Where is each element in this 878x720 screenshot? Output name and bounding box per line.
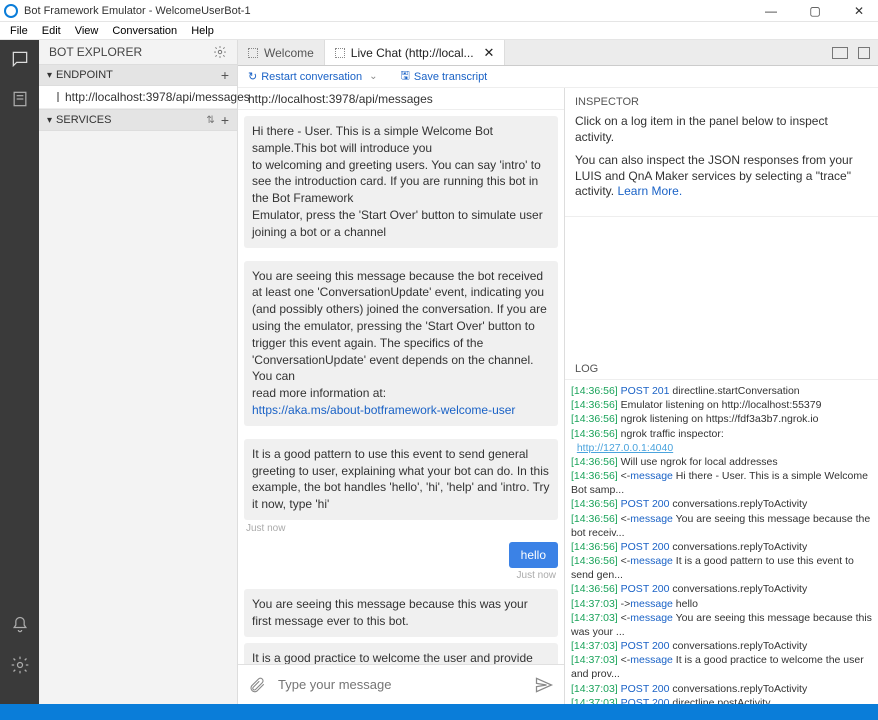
message-input[interactable] — [278, 677, 522, 692]
log-line[interactable]: [14:36:56] <-message You are seeing this… — [571, 512, 872, 540]
bot-message[interactable]: It is a good practice to welcome the use… — [244, 643, 558, 664]
menu-edit[interactable]: Edit — [36, 25, 67, 37]
resources-icon[interactable] — [9, 88, 31, 110]
menu-conversation[interactable]: Conversation — [106, 25, 183, 37]
log-title: LOG — [565, 359, 878, 380]
inspector-text: You can also inspect the JSON responses … — [575, 153, 868, 200]
log-line[interactable]: [14:37:03] <-message You are seeing this… — [571, 611, 872, 639]
attach-icon[interactable] — [248, 675, 266, 695]
welcome-link[interactable]: https://aka.ms/about-botframework-welcom… — [252, 403, 515, 417]
log-line[interactable]: [14:36:56] Emulator listening on http://… — [571, 398, 872, 412]
close-button[interactable]: ✕ — [844, 4, 874, 18]
services-section[interactable]: ▾SERVICES ⇅ + — [39, 109, 237, 131]
menu-help[interactable]: Help — [185, 25, 220, 37]
close-tab-button[interactable]: ✕ — [484, 45, 495, 61]
activity-bar — [0, 40, 39, 704]
bot-message[interactable]: You are seeing this message because this… — [244, 589, 558, 637]
tabbar: Welcome Live Chat (http://local... ✕ — [238, 40, 878, 66]
menu-view[interactable]: View — [69, 25, 105, 37]
log-line[interactable]: [14:36:56] <-message Hi there - User. Th… — [571, 469, 872, 497]
log-line[interactable]: [14:36:56] POST 200 conversations.replyT… — [571, 582, 872, 596]
log-line[interactable]: [14:37:03] POST 200 conversations.replyT… — [571, 682, 872, 696]
chat-icon[interactable] — [9, 48, 31, 70]
learn-more-link[interactable]: Learn More. — [617, 184, 682, 198]
endpoint-url-display: http://localhost:3978/api/messages — [238, 88, 564, 110]
inspector-panel: INSPECTOR Click on a log item in the pan… — [565, 88, 878, 217]
settings-icon[interactable] — [9, 654, 31, 676]
log-line[interactable]: [14:37:03] ->message hello — [571, 597, 872, 611]
log-line[interactable]: [14:36:56] Will use ngrok for local addr… — [571, 455, 872, 469]
log-line[interactable]: [14:36:56] POST 200 conversations.replyT… — [571, 497, 872, 511]
services-label: SERVICES — [56, 114, 111, 126]
save-transcript-button[interactable]: 🖫 Save transcript — [401, 67, 488, 86]
inspector-text: Click on a log item in the panel below t… — [575, 114, 868, 145]
log-line[interactable]: [14:37:03] POST 200 conversations.replyT… — [571, 639, 872, 653]
window-title: Bot Framework Emulator - WelcomeUserBot-… — [24, 5, 756, 17]
log-panel: LOG [14:36:56] POST 201 directline.start… — [565, 359, 878, 704]
bot-message[interactable]: You are seeing this message because the … — [244, 261, 558, 426]
endpoint-item[interactable]: http://localhost:3978/api/messages — [39, 86, 237, 109]
sort-icon[interactable]: ⇅ — [206, 115, 214, 126]
notifications-icon[interactable] — [9, 614, 31, 636]
menubar: File Edit View Conversation Help — [0, 22, 878, 40]
save-icon: 🖫 — [401, 67, 410, 86]
send-icon[interactable] — [534, 675, 554, 695]
endpoint-url: http://localhost:3978/api/messages — [65, 90, 250, 104]
message-input-bar — [238, 664, 564, 704]
tab-livechat[interactable]: Live Chat (http://local... ✕ — [325, 40, 506, 65]
tab-icon — [335, 48, 345, 58]
tab-welcome[interactable]: Welcome — [238, 40, 325, 65]
inspector-title: INSPECTOR — [575, 96, 868, 108]
endpoint-section[interactable]: ▾ENDPOINT + — [39, 64, 237, 86]
minimize-button[interactable]: ― — [756, 4, 786, 18]
endpoint-icon — [57, 92, 59, 102]
log-line[interactable]: [14:37:03] POST 200 directline.postActiv… — [571, 696, 872, 704]
chevron-down-icon[interactable]: ⌄ — [366, 71, 380, 82]
presentation-icon[interactable] — [832, 47, 848, 59]
log-line[interactable]: [14:37:03] <-message It is a good practi… — [571, 653, 872, 681]
log-line[interactable]: [14:36:56] <-message It is a good patter… — [571, 554, 872, 582]
log-line[interactable]: [14:36:56] ngrok listening on https://fd… — [571, 412, 872, 426]
chat-transcript[interactable]: Hi there - User. This is a simple Welcom… — [238, 110, 564, 664]
toolbar: ↻ Restart conversation ⌄ 🖫 Save transcri… — [238, 66, 878, 88]
bot-message[interactable]: Hi there - User. This is a simple Welcom… — [244, 116, 558, 248]
timestamp: Just now — [246, 523, 558, 534]
tab-icon — [248, 48, 258, 58]
status-bar — [0, 704, 878, 720]
restart-conversation-button[interactable]: ↻ Restart conversation ⌄ — [248, 70, 381, 83]
add-endpoint-button[interactable]: + — [221, 67, 229, 83]
add-service-button[interactable]: + — [221, 112, 229, 128]
menu-file[interactable]: File — [4, 25, 34, 37]
split-icon[interactable] — [858, 47, 870, 59]
timestamp: Just now — [246, 570, 556, 581]
app-icon — [4, 4, 18, 18]
log-line[interactable]: [14:36:56] ngrok traffic inspector: — [571, 427, 872, 441]
titlebar: Bot Framework Emulator - WelcomeUserBot-… — [0, 0, 878, 22]
sidebar: BOT EXPLORER ▾ENDPOINT + http://localhos… — [39, 40, 238, 704]
gear-icon[interactable] — [213, 45, 227, 59]
maximize-button[interactable]: ▢ — [800, 4, 830, 18]
log-line[interactable]: [14:36:56] POST 201 directline.startConv… — [571, 384, 872, 398]
user-message[interactable]: hello — [244, 542, 558, 568]
endpoint-label: ENDPOINT — [56, 69, 113, 81]
log-line[interactable]: http://127.0.0.1:4040 — [571, 441, 872, 455]
bot-message[interactable]: It is a good pattern to use this event t… — [244, 439, 558, 520]
log-body[interactable]: [14:36:56] POST 201 directline.startConv… — [565, 380, 878, 704]
sidebar-title: BOT EXPLORER — [49, 45, 142, 59]
log-line[interactable]: [14:36:56] POST 200 conversations.replyT… — [571, 540, 872, 554]
restart-icon: ↻ — [248, 70, 257, 83]
